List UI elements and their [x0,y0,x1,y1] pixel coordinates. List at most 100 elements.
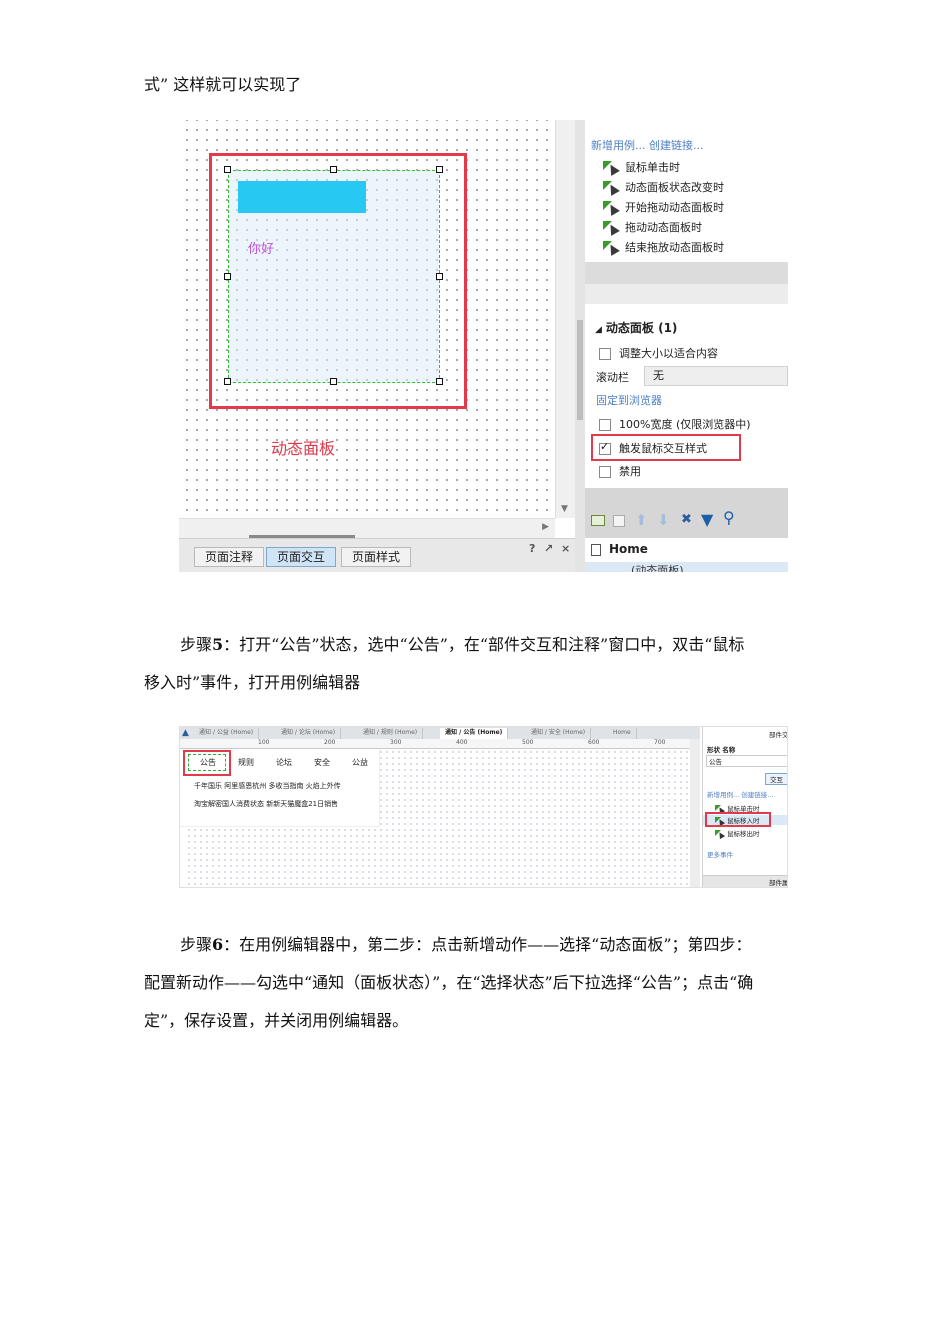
horizontal-ruler: 100 200 300 400 500 600 700 [180,739,690,749]
add-page-icon[interactable] [591,515,605,526]
step6-paragraph: 步骤6：在用例编辑器中，第二步：点击新增动作——选择“动态面板”；第四步： 配置… [144,926,808,1040]
tab-page-interactions[interactable]: 页面交互 [266,547,337,567]
checkbox[interactable] [599,348,611,360]
copy-icon[interactable] [613,515,625,527]
interactions-panel: 新增用例... 创建链接... 鼠标单击时 动态面板状态改变时 开始拖动动态面板… [585,120,788,572]
ruler-number: 700 [654,739,666,746]
delete-icon[interactable]: ✖ [681,512,692,527]
event-label: 拖动动态面板时 [625,221,702,234]
doc-tab-active[interactable]: 通知 / 公告 (Home) [440,728,509,739]
doc-tab[interactable]: 通知 / 论坛 (Home) [276,728,342,739]
menu-item-announcement[interactable]: 公告 [200,757,216,768]
event-item[interactable]: 结束拖放动态面板时 [603,239,724,257]
checkbox[interactable] [599,466,611,478]
step-text: ：在用例编辑器中，第二步：点击新增动作——选择“动态面板”；第四步： [223,935,752,954]
section-title[interactable]: ◢ 动态面板 (1) [595,319,677,336]
scrollbar-select[interactable]: 无 [644,366,788,386]
resize-handle[interactable] [224,378,231,385]
filter-icon[interactable]: ▼ [701,510,713,529]
doc-tab[interactable]: 通知 / 公益 (Home) [194,728,260,739]
event-item[interactable]: 拖动动态面板时 [603,219,702,237]
dynamic-panel-caption: 动态面板 [271,439,336,458]
intro-line: 式” 这样就可以实现了 [144,75,302,94]
widget-name-field[interactable]: 公告 [706,755,787,767]
step-text: ：打开“公告”状态，选中“公告”，在“部件交互和注释”窗口中，双击“鼠标 [223,635,745,654]
resize-handle[interactable] [224,273,231,280]
doc-tab[interactable]: 通知 / 安全 (Home) [526,728,592,739]
menu-item-rules[interactable]: 规则 [238,757,254,768]
resize-handle[interactable] [436,378,443,385]
highlight-box-option [591,434,741,461]
event-label: 鼠标单击时 [625,161,680,174]
tab-interactions[interactable]: 交互 [765,773,787,785]
event-item[interactable]: 开始拖动动态面板时 [603,199,724,217]
step5-paragraph: 步骤5：打开“公告”状态，选中“公告”，在“部件交互和注释”窗口中，双击“鼠标 … [144,626,808,702]
resize-handle[interactable] [436,166,443,173]
event-item[interactable]: 动态面板状态改变时 [603,179,724,197]
scroll-down-icon[interactable]: ▼ [561,504,568,514]
more-events-link[interactable]: 更多事件 [707,849,733,859]
step-label: 步骤 [180,635,213,654]
event-cursor-icon [603,241,620,256]
pin-to-browser-link[interactable]: 固定到浏览器 [596,392,662,408]
resize-handle[interactable] [436,273,443,280]
option-label: 100%宽度 (仅限浏览器中) [619,418,751,431]
doc-tab[interactable]: 通知 / 规则 (Home) [358,728,424,739]
checkbox[interactable] [599,419,611,431]
tab-page-style[interactable]: 页面样式 [341,547,412,567]
panel-separator [585,262,788,284]
horizontal-scrollbar[interactable]: ▶ [179,518,555,539]
ruler-number: 200 [324,739,336,746]
help-icon[interactable]: ? [529,542,535,555]
doc-tab[interactable]: Home [608,728,637,739]
fit-content-option[interactable]: 调整大小以适合内容 [599,345,718,361]
event-item[interactable]: 鼠标移出时 [715,828,760,840]
vertical-scrollbar-2[interactable] [690,739,700,887]
collapse-icon[interactable]: ◢ [595,325,602,335]
ruler-number: 100 [258,739,270,746]
event-cursor-icon [715,830,726,840]
event-item[interactable]: 鼠标单击时 [603,159,680,177]
ruler-number: 300 [390,739,402,746]
move-up-icon[interactable]: ⬆ [635,511,648,529]
news-line-1[interactable]: 千年国乐 阿里感恩杭州 多收当指南 火焰上外传 [194,781,341,791]
pane-splitter[interactable] [575,120,585,572]
event-cursor-icon [603,201,620,216]
move-down-icon[interactable]: ⬇ [657,511,670,529]
close-icon[interactable]: × [561,542,570,555]
tree-item-dynamic-panel[interactable]: (动态面板) [585,562,788,572]
scrollbar-label: 滚动栏 [596,371,629,384]
step-text-cont: 定”，保存设置，并关闭用例编辑器。 [144,1011,409,1030]
tab-page-notes[interactable]: 页面注释 [194,547,265,567]
splitter-grip[interactable] [577,320,583,420]
cyan-rectangle[interactable] [238,181,366,213]
popout-icon[interactable]: ↗ [544,542,553,555]
news-line-2[interactable]: 淘宝解密国人消费状态 新新天猫魔盒21日销售 [194,799,338,809]
resize-handle[interactable] [330,166,337,173]
event-label: 结束拖放动态面板时 [625,241,724,254]
resize-handle[interactable] [224,166,231,173]
option-label: 调整大小以适合内容 [619,347,718,360]
outline-tree: Home (动态面板) [585,538,788,572]
disable-option[interactable]: 禁用 [599,463,641,479]
menu-item-charity[interactable]: 公益 [352,757,368,768]
vertical-scrollbar[interactable]: ▼ [555,120,575,518]
search-icon[interactable]: ⚲ [723,508,735,527]
new-case-link[interactable]: 新增用例... 创建链接... [591,137,703,153]
resize-handle[interactable] [330,378,337,385]
event-cursor-icon [603,161,620,176]
step-text-cont: 移入时”事件，打开用例编辑器 [144,673,361,692]
bottom-tab-bar: 页面注释 页面交互 页面样式 ? ↗ × [179,538,575,572]
menu-item-safety[interactable]: 安全 [314,757,330,768]
new-case-link-2[interactable]: 新增用例... 创建链接... [707,789,773,799]
design-canvas[interactable]: 你好 动态面板 [179,120,555,518]
app-logo-icon: ▲ [182,728,189,738]
full-width-option[interactable]: 100%宽度 (仅限浏览器中) [599,416,751,432]
step-number: 6 [212,935,224,954]
ruler-number: 600 [588,739,600,746]
event-cursor-icon [603,181,620,196]
menu-item-forum[interactable]: 论坛 [276,757,292,768]
tree-item-home[interactable]: Home [591,542,648,556]
scroll-right-icon[interactable]: ▶ [542,522,549,532]
hello-text[interactable]: 你好 [248,238,274,257]
